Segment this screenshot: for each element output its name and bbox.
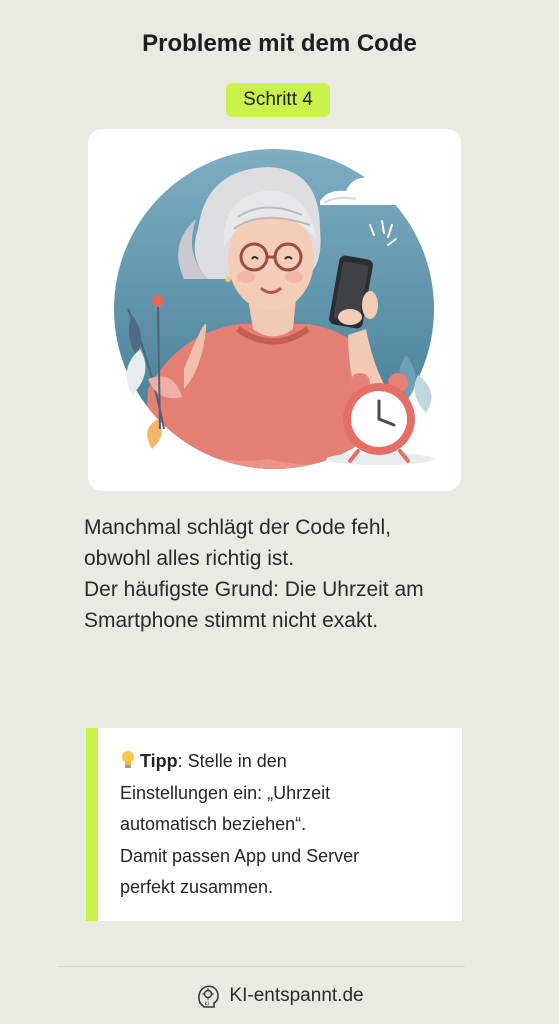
woman-with-phone-illustration <box>114 149 434 469</box>
lightbulb-icon <box>122 751 134 768</box>
paragraph-line: Smartphone stimmt nicht exakt. <box>84 609 379 632</box>
intro-paragraph: Manchmal schlägt der Code fehl, obwohl a… <box>84 512 504 636</box>
footer-site-text: KI-entspannt.de <box>229 985 364 1006</box>
footer-divider <box>58 966 465 967</box>
tip-label: Tipp <box>140 751 178 771</box>
footer: KI KI-entspannt.de <box>0 983 559 1009</box>
tip-content: Tipp: Stelle in den Einstellungen ein: „… <box>120 746 450 904</box>
tip-line: : Stelle in den <box>177 751 287 771</box>
tip-box: Tipp: Stelle in den Einstellungen ein: „… <box>86 728 462 921</box>
paragraph-line: obwohl alles richtig ist. <box>84 547 295 570</box>
logo-text: KI <box>205 1002 210 1008</box>
tip-line: perfekt zusammen. <box>120 877 274 897</box>
illustration-card <box>88 129 461 491</box>
step-badge: Schritt 4 <box>226 83 330 117</box>
tip-line: Einstellungen ein: „Uhrzeit <box>120 782 331 803</box>
page-title: Probleme mit dem Code <box>142 30 417 57</box>
paragraph-line: Manchmal schlägt der Code fehl, <box>84 516 391 539</box>
brain-gear-logo-icon: KI <box>198 985 220 1008</box>
paragraph-line: Der häufigste Grund: Die Uhrzeit am <box>84 578 424 601</box>
tip-line: Damit passen App und Server <box>120 845 360 866</box>
tip-line: automatisch beziehen“. <box>120 814 307 834</box>
